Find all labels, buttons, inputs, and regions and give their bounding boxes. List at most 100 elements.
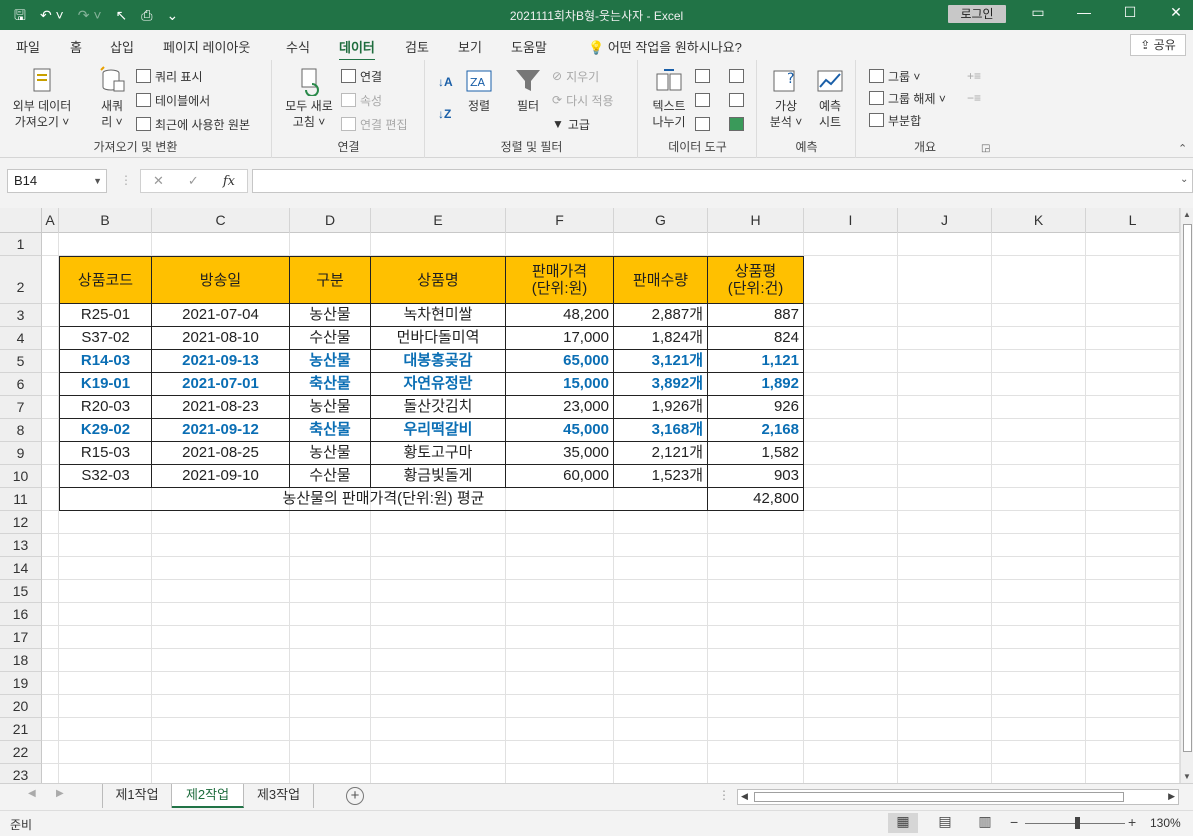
row-header-16[interactable]: 16 (0, 603, 42, 626)
table-cell-name[interactable]: 먼바다돌미역 (371, 327, 506, 350)
get-external-data-button[interactable]: 외부 데이터 가져오기 ˅ (6, 66, 78, 130)
advanced-filter-button[interactable]: ▼ 고급 (552, 114, 590, 134)
sheet-prev-icon[interactable]: ◀ (28, 788, 36, 799)
table-cell-qty[interactable]: 2,121개 (614, 442, 708, 465)
ribbon-display-icon[interactable]: ▭ (1018, 4, 1058, 21)
name-box[interactable]: B14 ▼ (7, 169, 107, 193)
table-cell-qty[interactable]: 3,168개 (614, 419, 708, 442)
table-cell-category[interactable]: 농산물 (290, 304, 371, 327)
row-header-22[interactable]: 22 (0, 741, 42, 764)
reapply-button[interactable]: ⟳ 다시 적용 (552, 90, 614, 110)
summary-value-cell[interactable]: 42,800 (708, 488, 804, 511)
table-cell-reviews[interactable]: 887 (708, 304, 804, 327)
table-header-cell[interactable]: 상품평 (단위:건) (708, 256, 804, 304)
column-header-l[interactable]: L (1086, 208, 1180, 233)
tab-file[interactable]: 파일 (16, 37, 40, 56)
table-cell-qty[interactable]: 1,824개 (614, 327, 708, 350)
tab-data[interactable]: 데이터 (339, 37, 375, 62)
table-cell-code[interactable]: K29-02 (59, 419, 152, 442)
page-break-view-icon[interactable]: ▥ (970, 813, 1000, 833)
table-cell-category[interactable]: 축산물 (290, 373, 371, 396)
enter-icon[interactable]: ✓ (188, 173, 199, 189)
table-cell-name[interactable]: 우리떡갈비 (371, 419, 506, 442)
table-cell-qty[interactable]: 3,892개 (614, 373, 708, 396)
table-header-cell[interactable]: 상품명 (371, 256, 506, 304)
table-cell-reviews[interactable]: 1,582 (708, 442, 804, 465)
table-cell-date[interactable]: 2021-09-10 (152, 465, 290, 488)
sort-button[interactable]: ZA 정렬 (462, 66, 496, 114)
filter-button[interactable]: 필터 (510, 66, 546, 114)
table-cell-price[interactable]: 48,200 (506, 304, 614, 327)
tab-split-grip-icon[interactable]: ⋮ (718, 788, 730, 802)
text-to-columns-button[interactable]: 텍스트 나누기 (645, 66, 693, 130)
table-cell-date[interactable]: 2021-08-25 (152, 442, 290, 465)
row-header-17[interactable]: 17 (0, 626, 42, 649)
table-cell-category[interactable]: 농산물 (290, 442, 371, 465)
table-cell-code[interactable]: R25-01 (59, 304, 152, 327)
sheet-next-icon[interactable]: ▶ (56, 788, 64, 799)
row-header-13[interactable]: 13 (0, 534, 42, 557)
login-button[interactable]: 로그인 (948, 5, 1006, 23)
table-cell-category[interactable]: 수산물 (290, 465, 371, 488)
row-header-11[interactable]: 11 (0, 488, 42, 511)
tab-home[interactable]: 홈 (70, 37, 82, 56)
formula-input[interactable] (252, 169, 1193, 193)
table-cell-reviews[interactable]: 903 (708, 465, 804, 488)
table-cell-price[interactable]: 15,000 (506, 373, 614, 396)
table-header-cell[interactable]: 판매가격 (단위:원) (506, 256, 614, 304)
column-header-b[interactable]: B (59, 208, 152, 233)
zoom-slider-thumb[interactable] (1075, 817, 1080, 829)
remove-duplicates-icon[interactable] (695, 90, 710, 110)
column-header-i[interactable]: I (804, 208, 898, 233)
row-header-21[interactable]: 21 (0, 718, 42, 741)
table-cell-qty[interactable]: 3,121개 (614, 350, 708, 373)
sheet-tab-1[interactable]: 제1작업 (102, 784, 172, 808)
table-cell-reviews[interactable]: 926 (708, 396, 804, 419)
table-cell-price[interactable]: 17,000 (506, 327, 614, 350)
column-header-k[interactable]: K (992, 208, 1086, 233)
show-detail-icon[interactable]: +≡ (967, 66, 981, 86)
show-query-button[interactable]: 쿼리 표시 (136, 66, 203, 86)
row-header-15[interactable]: 15 (0, 580, 42, 603)
table-header-cell[interactable]: 상품코드 (59, 256, 152, 304)
row-header-5[interactable]: 5 (0, 350, 42, 373)
row-header-9[interactable]: 9 (0, 442, 42, 465)
table-cell-code[interactable]: R15-03 (59, 442, 152, 465)
hide-detail-icon[interactable]: −≡ (967, 88, 981, 108)
table-cell-category[interactable]: 수산물 (290, 327, 371, 350)
scroll-down-icon[interactable]: ▼ (1183, 772, 1191, 781)
scroll-up-icon[interactable]: ▲ (1183, 210, 1191, 219)
subtotal-button[interactable]: 부분합 (869, 110, 921, 130)
group-button[interactable]: 그룹 ˅ (869, 66, 920, 86)
table-cell-price[interactable]: 60,000 (506, 465, 614, 488)
row-header-19[interactable]: 19 (0, 672, 42, 695)
properties-button[interactable]: 속성 (341, 90, 382, 110)
table-cell-date[interactable]: 2021-08-23 (152, 396, 290, 419)
close-icon[interactable]: ✕ (1156, 4, 1193, 21)
cancel-icon[interactable]: ✕ (153, 173, 164, 189)
row-header-14[interactable]: 14 (0, 557, 42, 580)
row-header-20[interactable]: 20 (0, 695, 42, 718)
sort-ascending-icon[interactable]: ↓A (438, 72, 453, 92)
column-header-h[interactable]: H (708, 208, 804, 233)
relationships-icon[interactable] (729, 90, 744, 110)
row-header-4[interactable]: 4 (0, 327, 42, 350)
tab-page-layout[interactable]: 페이지 레이아웃 (163, 37, 250, 56)
table-cell-name[interactable]: 황토고구마 (371, 442, 506, 465)
edit-links-button[interactable]: 연결 편집 (341, 114, 408, 134)
table-cell-price[interactable]: 45,000 (506, 419, 614, 442)
refresh-all-button[interactable]: 모두 새로 고침 ˅ (281, 66, 337, 130)
table-cell-name[interactable]: 돌산갓김치 (371, 396, 506, 419)
recent-sources-button[interactable]: 최근에 사용한 원본 (136, 114, 250, 134)
tab-help[interactable]: 도움말 (511, 37, 547, 56)
table-cell-qty[interactable]: 1,926개 (614, 396, 708, 419)
tab-insert[interactable]: 삽입 (110, 37, 134, 56)
outline-dialog-launcher-icon[interactable]: ◲ (981, 143, 990, 154)
share-button[interactable]: ⇪ 공유 (1130, 34, 1186, 56)
table-cell-category[interactable]: 농산물 (290, 396, 371, 419)
table-cell-date[interactable]: 2021-09-12 (152, 419, 290, 442)
table-header-cell[interactable]: 방송일 (152, 256, 290, 304)
table-cell-code[interactable]: S37-02 (59, 327, 152, 350)
collapse-ribbon-icon[interactable]: ⌃ (1178, 142, 1187, 155)
table-cell-category[interactable]: 농산물 (290, 350, 371, 373)
